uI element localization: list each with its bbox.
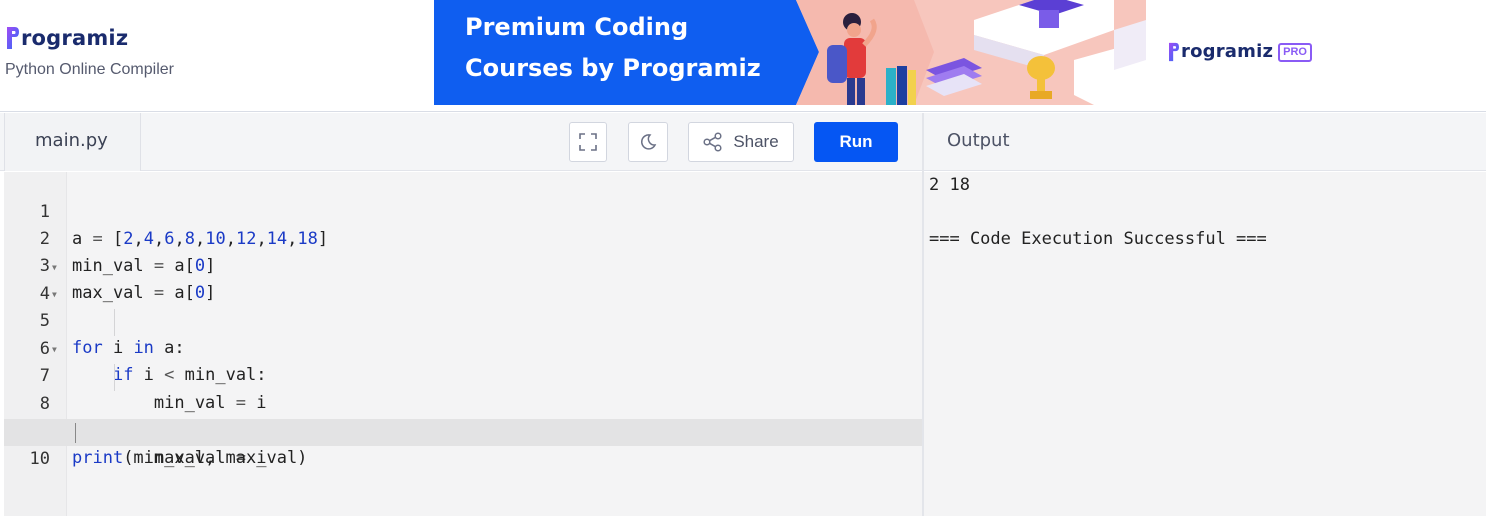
fold-arrow-icon[interactable]: ▼: [52, 254, 57, 281]
programiz-p-icon: [7, 27, 19, 49]
moon-icon: [640, 134, 657, 150]
code-line[interactable]: 5 ▼ if i < min_val:: [4, 281, 922, 385]
theme-toggle-button[interactable]: [628, 122, 668, 162]
logo-text: rogramiz: [21, 26, 129, 50]
site-header: rogramiz Python Online Compiler Premium …: [0, 0, 1486, 112]
code-line[interactable]: 1 a = [2,4,6,8,10,12,14,18]: [4, 172, 922, 249]
fullscreen-icon: [579, 133, 597, 151]
output-panel: 2 18 === Code Execution Successful ===: [924, 172, 1486, 516]
fullscreen-button[interactable]: [569, 122, 607, 162]
output-line: 2 18: [929, 175, 970, 195]
line-number: 10: [29, 449, 50, 469]
text-cursor: [75, 423, 76, 443]
output-title: Output: [947, 130, 1010, 151]
editor-toolbar: main.py Share Run Output: [0, 113, 1486, 171]
code-line[interactable]: 4 ▼ for i in a:: [4, 254, 922, 358]
code-editor[interactable]: 1 a = [2,4,6,8,10,12,14,18] 2 min_val = …: [4, 172, 922, 516]
code-line[interactable]: 3 max_val = a[0]: [4, 226, 922, 303]
code-line[interactable]: 7 ▼ if i > max_val:: [4, 336, 922, 440]
share-button[interactable]: Share: [688, 122, 794, 162]
indent-guide: [114, 364, 115, 391]
programiz-logo[interactable]: rogramiz: [6, 24, 128, 52]
banner-headline-1: Premium Coding: [465, 13, 689, 41]
code-line[interactable]: 8 max_val = i: [4, 364, 922, 468]
run-button[interactable]: Run: [814, 122, 898, 162]
page-subtitle: Python Online Compiler: [5, 61, 174, 78]
compiler-app: rogramiz Python Online Compiler Premium …: [0, 0, 1486, 516]
ad-banner[interactable]: Premium Coding Courses by Programiz rogr…: [434, 0, 1344, 105]
fold-arrow-icon[interactable]: ▼: [52, 336, 57, 363]
file-tab-main-py[interactable]: main.py: [4, 113, 141, 171]
pro-logo-text: rogramiz: [1181, 41, 1274, 62]
pro-badge: PRO: [1278, 42, 1312, 62]
share-label: Share: [733, 132, 779, 151]
fold-arrow-icon[interactable]: ▼: [52, 281, 57, 308]
indent-guide: [114, 309, 115, 336]
banner-pro-panel: rogramiz PRO: [1146, 0, 1344, 105]
banner-headline-2: Courses by Programiz: [465, 54, 761, 82]
code-line[interactable]: 9 print(min_val, max_val): [4, 391, 922, 468]
output-success-message: === Code Execution Successful ===: [929, 229, 1267, 249]
programiz-pro-logo: rogramiz PRO: [1168, 40, 1312, 64]
code-line[interactable]: 6 min_val = i: [4, 309, 922, 413]
programiz-p-icon: [1169, 42, 1179, 62]
share-icon: [703, 132, 722, 152]
code-text: print(min_val, max_val): [72, 448, 308, 468]
code-line-active[interactable]: 10: [4, 419, 922, 469]
code-line[interactable]: 2 min_val = a[0]: [4, 199, 922, 276]
